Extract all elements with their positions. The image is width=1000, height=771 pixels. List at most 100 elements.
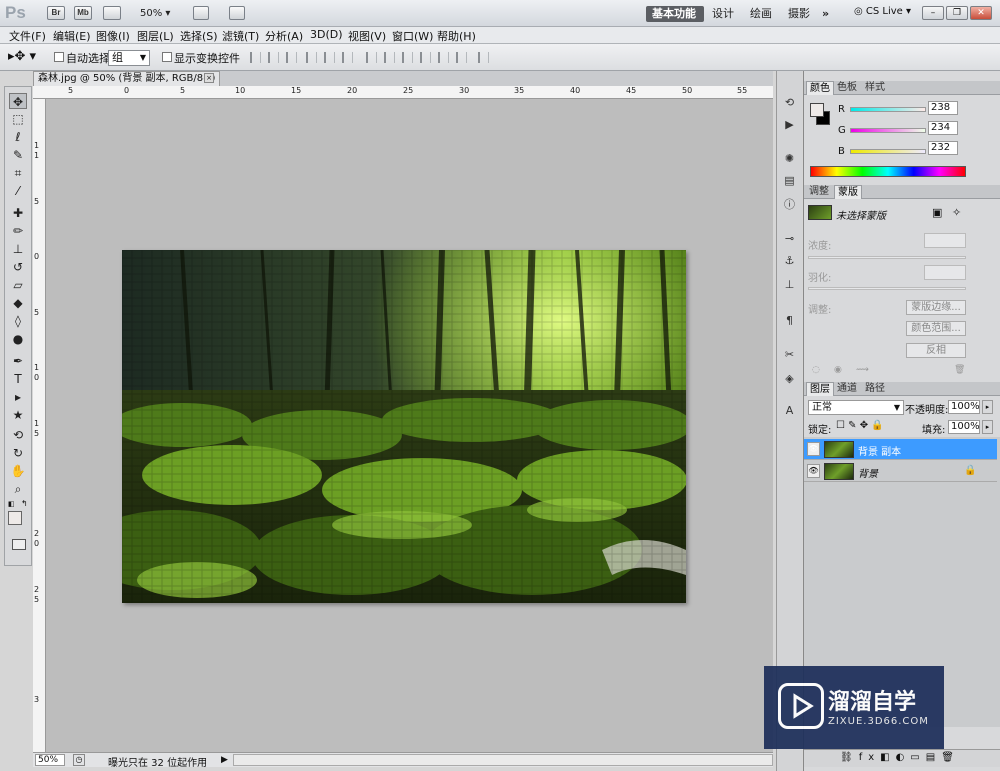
brush-presets-icon[interactable]: ⊸: [781, 231, 798, 246]
opacity-field[interactable]: 100%: [948, 400, 980, 414]
menu-filter[interactable]: 滤镜(T): [222, 28, 259, 44]
align-bottom-icon[interactable]: [286, 52, 297, 63]
distribute-hcenter-icon[interactable]: [438, 52, 449, 63]
color-spectrum-ramp[interactable]: [810, 166, 966, 177]
show-transform-checkbox[interactable]: [162, 52, 172, 62]
minibridge-button[interactable]: Mb: [74, 6, 92, 20]
align-right-icon[interactable]: [342, 52, 353, 63]
status-zoom-field[interactable]: 50%: [35, 754, 65, 766]
density-field[interactable]: [924, 233, 966, 248]
feather-slider[interactable]: [808, 287, 966, 290]
type-tool-icon[interactable]: T: [9, 371, 27, 387]
workspace-paint-button[interactable]: 绘画: [744, 6, 778, 22]
layer-row-bg-copy[interactable]: 👁 背景 副本: [804, 439, 997, 460]
align-hcenter-icon[interactable]: [324, 52, 335, 63]
auto-align-icon[interactable]: [478, 52, 489, 63]
green-slider[interactable]: [850, 128, 926, 133]
cs-live-button[interactable]: ◎ CS Live ▾: [854, 6, 911, 17]
minimize-button[interactable]: –: [922, 6, 944, 20]
healing-brush-tool-icon[interactable]: ✚: [9, 205, 27, 221]
horizontal-scrollbar[interactable]: [233, 754, 773, 766]
document-tab[interactable]: 森林.jpg @ 50% (背景 副本, RGB/8#) *: [33, 71, 220, 97]
zoom-level-select[interactable]: 50% ▾: [140, 8, 170, 19]
align-left-icon[interactable]: [306, 52, 317, 63]
tab-layers[interactable]: 图层: [806, 382, 834, 396]
close-button[interactable]: ✕: [970, 6, 992, 20]
visibility-eye-icon[interactable]: 👁: [807, 464, 820, 478]
paragraph-panel-icon[interactable]: ¶: [781, 313, 798, 328]
tab-adjustments[interactable]: 调整: [806, 185, 832, 199]
layer-row-background[interactable]: 👁 背景 🔒: [804, 461, 997, 482]
menu-file[interactable]: 文件(F): [9, 28, 46, 44]
status-menu-icon[interactable]: ◷: [73, 754, 85, 766]
zoom-tool-icon[interactable]: ⌕: [9, 481, 27, 497]
menu-select[interactable]: 选择(S): [180, 28, 218, 44]
close-document-icon[interactable]: ×: [204, 73, 214, 83]
delete-mask-icon[interactable]: 🗑: [954, 365, 965, 375]
shape-tool-icon[interactable]: ★: [9, 407, 27, 423]
workspace-more-button[interactable]: »: [816, 6, 835, 22]
menu-window[interactable]: 窗口(W): [392, 28, 433, 44]
eraser-tool-icon[interactable]: ▱: [9, 277, 27, 293]
distribute-top-icon[interactable]: [366, 52, 377, 63]
actions-panel-icon[interactable]: ▶: [781, 117, 798, 132]
tool-presets-icon[interactable]: ⊥: [781, 277, 798, 292]
tab-masks[interactable]: 蒙版: [834, 185, 862, 199]
navigator-panel-icon[interactable]: ✺: [781, 151, 798, 166]
lasso-tool-icon[interactable]: ℓ: [9, 129, 27, 145]
distribute-right-icon[interactable]: [456, 52, 467, 63]
tab-paths[interactable]: 路径: [862, 382, 888, 396]
tab-channels[interactable]: 通道: [834, 382, 860, 396]
visibility-eye-icon[interactable]: 👁: [807, 442, 820, 456]
histogram-panel-icon[interactable]: ▤: [781, 173, 798, 188]
align-vcenter-icon[interactable]: [268, 52, 279, 63]
tab-swatches[interactable]: 色板: [834, 81, 860, 95]
history-brush-tool-icon[interactable]: ↺: [9, 259, 27, 275]
distribute-vcenter-icon[interactable]: [384, 52, 395, 63]
apply-mask-icon[interactable]: ⟿: [856, 365, 869, 375]
3d-rotate-tool-icon[interactable]: ⟲: [9, 427, 27, 443]
swap-colors-icon[interactable]: ↰: [21, 499, 28, 508]
quick-select-tool-icon[interactable]: ✎: [9, 147, 27, 163]
menu-analysis[interactable]: 分析(A): [265, 28, 303, 44]
animation-panel-icon[interactable]: ✂: [781, 347, 798, 362]
eyedropper-tool-icon[interactable]: ⁄: [9, 183, 27, 199]
green-value[interactable]: 234: [928, 121, 958, 135]
character-panel-icon[interactable]: A: [781, 403, 798, 418]
density-slider[interactable]: [808, 256, 966, 259]
red-slider[interactable]: [850, 107, 926, 112]
invert-button[interactable]: 反相: [906, 343, 966, 358]
paint-bucket-tool-icon[interactable]: ◆: [9, 295, 27, 311]
lock-icons[interactable]: ☐ ✎ ✥ 🔒: [836, 420, 884, 431]
pen-tool-icon[interactable]: ✒: [9, 353, 27, 369]
mask-edge-button[interactable]: 蒙版边缘...: [906, 300, 966, 315]
view-extras-icon[interactable]: [103, 6, 121, 20]
path-select-tool-icon[interactable]: ▸: [9, 389, 27, 405]
blue-slider[interactable]: [850, 149, 926, 154]
toggle-mask-icon[interactable]: ◉: [834, 365, 842, 375]
info-panel-icon[interactable]: ⓘ: [781, 197, 798, 212]
arrange-documents-icon[interactable]: [193, 6, 209, 20]
foreground-color-swatch[interactable]: [8, 511, 22, 525]
add-vector-mask-icon[interactable]: ✧: [952, 206, 961, 219]
fill-arrow-icon[interactable]: ▸: [982, 420, 993, 434]
load-selection-icon[interactable]: ◌: [812, 365, 820, 375]
blue-value[interactable]: 232: [928, 141, 958, 155]
tab-color[interactable]: 颜色: [806, 81, 834, 95]
default-colors-icon[interactable]: ◧: [8, 500, 15, 508]
red-value[interactable]: 238: [928, 101, 958, 115]
auto-select-dropdown[interactable]: 组 ▼: [108, 50, 150, 66]
status-arrow-icon[interactable]: ▶: [221, 755, 228, 765]
restore-button[interactable]: ❐: [946, 6, 968, 20]
3d-orbit-tool-icon[interactable]: ↻: [9, 445, 27, 461]
3d-panel-icon[interactable]: ◈: [781, 371, 798, 386]
auto-select-checkbox[interactable]: [54, 52, 64, 62]
align-top-icon[interactable]: [250, 52, 261, 63]
clone-stamp-tool-icon[interactable]: ⊥: [9, 241, 27, 257]
menu-image[interactable]: 图像(I): [96, 28, 130, 44]
color-range-button[interactable]: 颜色范围...: [906, 321, 966, 336]
color-fg-swatch[interactable]: [810, 103, 824, 117]
brush-tool-icon[interactable]: ✏: [9, 223, 27, 239]
menu-layer[interactable]: 图层(L): [137, 28, 174, 44]
move-tool-preset-icon[interactable]: ▸✥ ▾: [8, 49, 36, 64]
